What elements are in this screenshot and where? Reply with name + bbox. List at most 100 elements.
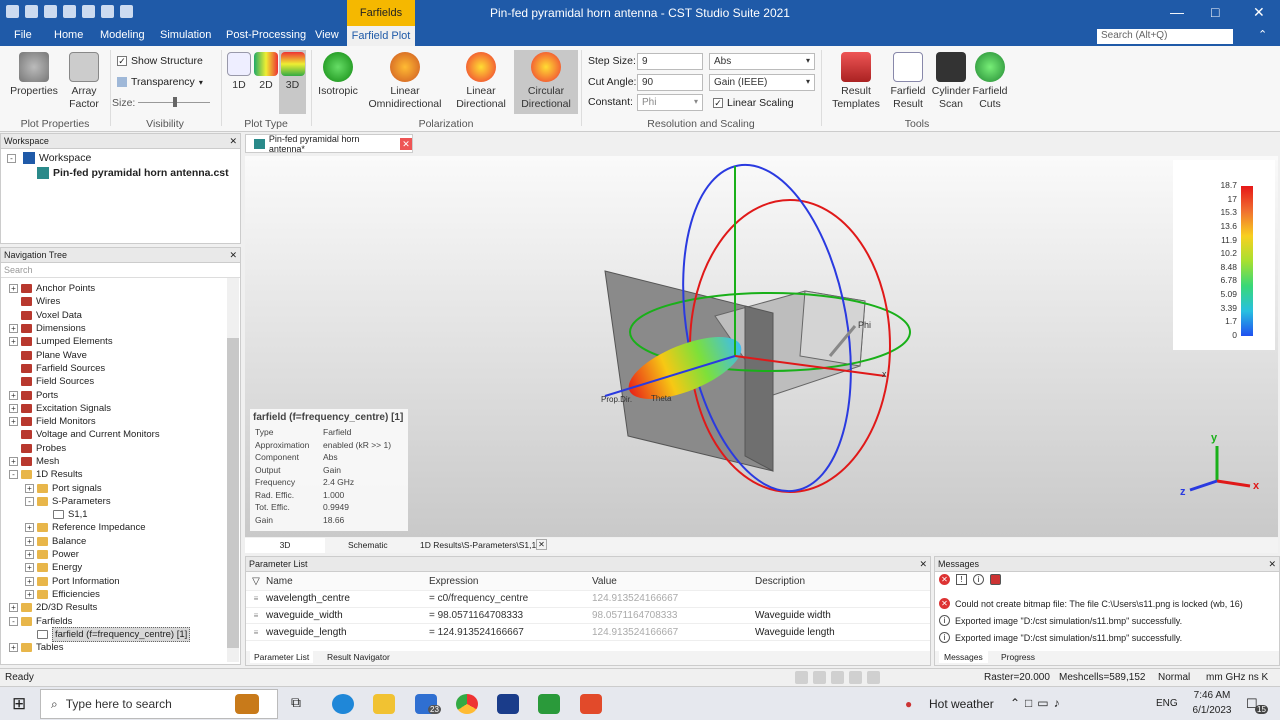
- cut-angle-input[interactable]: 90: [637, 74, 703, 91]
- farfield-cuts-button[interactable]: Farfield Cuts: [972, 52, 1008, 111]
- isotropic-button[interactable]: Isotropic: [314, 52, 362, 98]
- tab-modeling[interactable]: Modeling: [100, 29, 145, 41]
- nav-item[interactable]: + Excitation Signals: [1, 402, 240, 415]
- nav-item[interactable]: S1,1: [1, 508, 240, 521]
- table-row[interactable]: ≡ waveguide_length = 124.913524166667 124.9…: [246, 624, 930, 642]
- nav-item[interactable]: + Balance: [1, 535, 240, 548]
- expand-icon[interactable]: +: [25, 576, 34, 586]
- nav-item[interactable]: Voltage and Current Monitors: [1, 428, 240, 441]
- nav-item[interactable]: + Energy: [1, 561, 240, 574]
- circular-directional-button[interactable]: Circular Directional: [514, 50, 578, 114]
- nav-item[interactable]: + Port signals: [1, 481, 240, 494]
- nav-item[interactable]: + Port Information: [1, 575, 240, 588]
- properties-button[interactable]: Properties: [8, 52, 60, 98]
- cst-app-red-icon[interactable]: [580, 694, 602, 714]
- nav-item[interactable]: + Tables: [1, 641, 240, 654]
- tray-icons[interactable]: ⌃□▭♪: [1010, 696, 1065, 710]
- tab-farfield-plot[interactable]: Farfield Plot: [347, 26, 415, 46]
- nav-item[interactable]: Wires: [1, 295, 240, 308]
- nav-item[interactable]: + Reference Impedance: [1, 521, 240, 534]
- array-factor-button[interactable]: Array Factor: [64, 52, 104, 111]
- expand-icon[interactable]: +: [9, 603, 18, 613]
- tab-s11-plot[interactable]: 1D Results\S-Parameters\S1,1: [420, 540, 536, 550]
- nav-item[interactable]: +2D/3D Results: [1, 601, 240, 614]
- warning-filter-icon[interactable]: !: [956, 574, 967, 585]
- nav-item[interactable]: + Power: [1, 548, 240, 561]
- close-icon[interactable]: ✕: [1253, 4, 1265, 21]
- linear-directional-button[interactable]: Linear Directional: [452, 52, 510, 111]
- scrollbar-thumb[interactable]: [227, 338, 239, 648]
- chrome-icon[interactable]: [456, 694, 478, 714]
- task-view-icon[interactable]: ⧉: [291, 694, 301, 711]
- select-icon[interactable]: [867, 671, 880, 684]
- table-row[interactable]: ≡waveguide_height= 49.028558235416749.02…: [246, 641, 930, 643]
- tab-progress[interactable]: Progress: [1001, 652, 1035, 662]
- language-indicator[interactable]: ENG: [1156, 698, 1178, 709]
- col-expression[interactable]: Expression: [429, 576, 592, 587]
- message-item[interactable]: i Exported image "D:/cst simulation/s11.b…: [935, 629, 1279, 646]
- tab-home[interactable]: Home: [54, 29, 83, 41]
- plot-1d-button[interactable]: 1D: [226, 52, 252, 92]
- file-explorer-icon[interactable]: [373, 694, 395, 714]
- message-item[interactable]: ✕ Could not create bitmap file: The file …: [935, 595, 1279, 612]
- param-expression[interactable]: = c0/frequency_centre: [429, 593, 592, 604]
- nav-search-input[interactable]: Search: [1, 263, 240, 278]
- nav-item[interactable]: Plane Wave: [1, 348, 240, 361]
- search-icon[interactable]: ⌕: [1213, 28, 1220, 43]
- tab-parameter-list[interactable]: Parameter List: [250, 651, 314, 663]
- windows-start-icon[interactable]: ⊞: [12, 694, 26, 714]
- col-description[interactable]: Description: [755, 576, 915, 587]
- param-expression[interactable]: = 98.0571164708333: [429, 610, 592, 621]
- nav-item[interactable]: - S-Parameters: [1, 495, 240, 508]
- nav-item[interactable]: Voxel Data: [1, 309, 240, 322]
- zoom-icon[interactable]: [795, 671, 808, 684]
- nav-scrollbar[interactable]: [227, 278, 239, 662]
- nav-item[interactable]: - Farfields: [1, 614, 240, 627]
- cst-studio-icon[interactable]: [497, 694, 519, 714]
- collapse-icon[interactable]: -: [9, 470, 18, 480]
- param-expression[interactable]: = 124.913524166667: [429, 627, 592, 638]
- tab-post-processing[interactable]: Post-Processing: [226, 29, 306, 41]
- close-tab-icon[interactable]: ✕: [400, 137, 412, 150]
- nav-item[interactable]: Probes: [1, 442, 240, 455]
- nav-item[interactable]: + Dimensions: [1, 322, 240, 335]
- nav-item[interactable]: + Anchor Points: [1, 282, 240, 295]
- size-slider-handle[interactable]: [173, 97, 177, 107]
- filter-icon[interactable]: ▽: [246, 576, 266, 587]
- tab-schematic[interactable]: Schematic: [348, 540, 388, 550]
- component-select[interactable]: Abs ▾: [709, 53, 815, 70]
- tab-3d[interactable]: 3D: [245, 538, 325, 553]
- expand-icon[interactable]: +: [9, 403, 18, 413]
- nav-item[interactable]: Farfield Sources: [1, 362, 240, 375]
- expand-icon[interactable]: +: [9, 417, 18, 427]
- nav-item[interactable]: Field Sources: [1, 375, 240, 388]
- close-icon[interactable]: ✕: [229, 136, 237, 147]
- expand-icon[interactable]: +: [9, 390, 18, 400]
- expand-icon[interactable]: +: [25, 536, 34, 546]
- tab-result-navigator[interactable]: Result Navigator: [327, 652, 390, 662]
- linear-scaling-checkbox[interactable]: ✓ Linear Scaling: [713, 97, 794, 109]
- nav-item[interactable]: + Mesh: [1, 455, 240, 468]
- col-name[interactable]: Name: [266, 576, 429, 587]
- collapse-ribbon-icon[interactable]: ⌃: [1258, 28, 1267, 41]
- expand-icon[interactable]: +: [25, 589, 34, 599]
- result-templates-button[interactable]: Result Templates: [828, 52, 884, 111]
- expand-icon[interactable]: +: [25, 523, 34, 533]
- close-icon[interactable]: ✕: [229, 250, 237, 261]
- zoom-fit-icon[interactable]: [849, 671, 862, 684]
- cst-app-green-icon[interactable]: [538, 694, 560, 714]
- message-item[interactable]: i Exported image "D:/cst simulation/s11.b…: [935, 612, 1279, 629]
- close-icon[interactable]: ✕: [919, 559, 927, 570]
- nav-item[interactable]: farfield (f=frequency_centre) [1]: [1, 626, 240, 642]
- table-row[interactable]: ≡ wavelength_centre = c0/frequency_centre 1…: [246, 591, 930, 608]
- tab-view[interactable]: View: [315, 29, 339, 41]
- briefcase-icon[interactable]: [235, 694, 259, 714]
- expand-icon[interactable]: +: [25, 550, 34, 560]
- edge-icon[interactable]: [332, 694, 354, 714]
- show-structure-checkbox[interactable]: ✓ Show Structure: [117, 55, 203, 67]
- weather-text[interactable]: Hot weather: [929, 697, 994, 711]
- output-select[interactable]: Gain (IEEE) ▾: [709, 74, 815, 91]
- tab-simulation[interactable]: Simulation: [160, 29, 211, 41]
- collapse-icon[interactable]: -: [9, 616, 18, 626]
- cylinder-scan-button[interactable]: Cylinder Scan: [930, 52, 972, 111]
